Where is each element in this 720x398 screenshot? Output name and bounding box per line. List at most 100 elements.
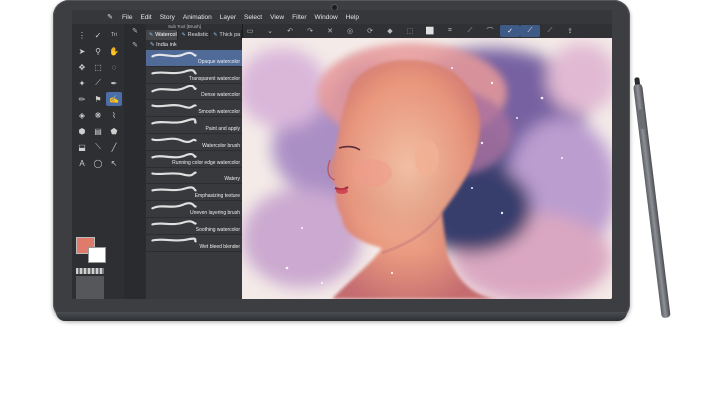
- stylus-pen: [633, 77, 671, 319]
- fill-icon[interactable]: ◆: [380, 25, 400, 37]
- wand-icon[interactable]: ✦: [74, 76, 90, 90]
- clear-icon[interactable]: ✕: [320, 25, 340, 37]
- tab-india-ink[interactable]: ✎ India ink: [146, 40, 242, 50]
- airbrush-icon[interactable]: ⚑: [90, 92, 106, 106]
- brush-stroke-preview: [151, 220, 197, 226]
- menu-view[interactable]: View: [266, 14, 288, 21]
- gradient-icon[interactable]: ▤: [90, 124, 106, 138]
- brush-item-label: Emphasizing texture: [194, 193, 240, 200]
- brush-stroke-preview: [151, 118, 197, 125]
- menu-story[interactable]: Story: [156, 14, 179, 21]
- tablet-edge: [56, 312, 627, 321]
- brush-stroke-preview: [151, 137, 197, 143]
- sub-color-swatch[interactable]: [88, 247, 106, 263]
- line-icon[interactable]: ╱: [106, 140, 122, 154]
- brush-icon[interactable]: ✍: [106, 92, 122, 106]
- brush-item-label: Watery: [224, 176, 240, 183]
- brush-item[interactable]: Opaque watercolor: [146, 50, 242, 67]
- menu-help[interactable]: Help: [342, 14, 363, 21]
- fill-bucket-icon[interactable]: ⬢: [74, 124, 90, 138]
- sub-tool-tab-ink[interactable]: ✎: [124, 38, 146, 52]
- crop-icon[interactable]: ⌗: [440, 25, 460, 37]
- pen-icon[interactable]: ✒: [106, 76, 122, 90]
- canvas-icon[interactable]: ▭: [240, 25, 260, 37]
- brush-item[interactable]: Transparent watercolor: [146, 67, 242, 84]
- app-logo-icon[interactable]: ✎: [102, 13, 118, 21]
- tablet-screen: ✎ File Edit Story Animation Layer Select…: [72, 10, 612, 299]
- zoom-icon[interactable]: ⚲: [90, 44, 106, 58]
- brush-item[interactable]: Paint and apply: [146, 117, 242, 134]
- brush-item[interactable]: Dense watercolor: [146, 84, 242, 101]
- drawing-canvas[interactable]: [242, 38, 612, 299]
- brush-item-label: Dense watercolor: [201, 92, 240, 99]
- brush-item[interactable]: Running color edge watercolor: [146, 151, 242, 168]
- menu-select[interactable]: Select: [240, 14, 266, 21]
- share-icon[interactable]: ⇪: [560, 25, 580, 37]
- tool-tab-icon[interactable]: ✓: [90, 28, 106, 42]
- ruler-icon[interactable]: ⟍: [90, 140, 106, 154]
- brush-item[interactable]: Uneven layering brush: [146, 201, 242, 218]
- brush-item-label: Uneven layering brush: [189, 209, 240, 216]
- tab-watercolor[interactable]: ✎ Watercol: [146, 30, 179, 40]
- brush-item[interactable]: Watercolor brush: [146, 134, 242, 151]
- stylus-button: [638, 108, 646, 130]
- command-bar: ▭ ⌄ ↶ ↷ ✕ ◎ ⟳ ◆ ⬚ ⬜ ⌗ ⟋ ⌒ ✓ ⟋ ⟋ ⇪: [240, 24, 612, 38]
- hand-icon[interactable]: ✋: [106, 44, 122, 58]
- brush-stroke-preview: [151, 237, 197, 243]
- figure-icon[interactable]: ⬟: [106, 124, 122, 138]
- correction-icon[interactable]: ↖: [106, 156, 122, 170]
- balloon-icon[interactable]: ◯: [90, 156, 106, 170]
- brush-item[interactable]: Soothing watercolor: [146, 218, 242, 235]
- brush-item-label: Watercolor brush: [202, 142, 240, 149]
- transparency-swatch[interactable]: [76, 268, 104, 274]
- select-icon[interactable]: ⬚: [400, 25, 420, 37]
- brush-item-label: Paint and apply: [205, 125, 240, 132]
- menu-filter[interactable]: Filter: [288, 14, 310, 21]
- ruler-stroke-icon[interactable]: ⟋: [520, 25, 540, 37]
- brush-item[interactable]: Emphasizing texture: [146, 184, 242, 202]
- watercolor-portrait: [242, 38, 612, 299]
- decorate-icon[interactable]: ❋: [90, 108, 106, 122]
- menu-edit[interactable]: Edit: [136, 14, 155, 21]
- brush-list: Opaque watercolor Transparent watercolor D…: [146, 50, 242, 252]
- lasso-icon[interactable]: ◌: [106, 60, 122, 74]
- blend-icon[interactable]: ⌇: [106, 108, 122, 122]
- menu-layer[interactable]: Layer: [216, 14, 240, 21]
- smooth-stroke-icon[interactable]: ⌒: [480, 25, 500, 37]
- select-rect-icon[interactable]: ⬚: [90, 60, 106, 74]
- text-icon[interactable]: A: [74, 156, 90, 170]
- brush-item-label: Smooth watercolor: [198, 109, 240, 116]
- eraser-stroke-icon[interactable]: ⟋: [540, 25, 560, 37]
- tool-tab-label[interactable]: Tri: [106, 28, 122, 42]
- brush-stroke-preview: [151, 186, 197, 192]
- brush-item[interactable]: Smooth watercolor: [146, 100, 242, 118]
- redo-icon[interactable]: ↷: [300, 25, 320, 37]
- eyedropper-icon[interactable]: ⟋: [90, 76, 106, 90]
- menu-window[interactable]: Window: [311, 14, 342, 21]
- rotate-icon[interactable]: ⟳: [360, 25, 380, 37]
- frame-icon[interactable]: ⬓: [74, 140, 90, 154]
- brush-stroke-preview: [151, 171, 197, 177]
- transform-icon[interactable]: ◎: [340, 25, 360, 37]
- menu-bar: ✎ File Edit Story Animation Layer Select…: [72, 10, 612, 24]
- eraser-icon[interactable]: ◈: [74, 108, 90, 122]
- sub-tool-tab-watercolor[interactable]: ✎: [124, 24, 146, 38]
- move-icon[interactable]: ✥: [74, 60, 90, 74]
- tab-realistic[interactable]: ✎ Realistic: [178, 30, 211, 40]
- chevron-down-icon[interactable]: ⌄: [260, 25, 280, 37]
- brush-item-label: Wet bleed blender: [199, 243, 241, 250]
- menu-animation[interactable]: Animation: [179, 14, 216, 21]
- brush-item[interactable]: Watery: [146, 168, 242, 185]
- pointer-icon[interactable]: ➤: [74, 44, 90, 58]
- deselect-icon[interactable]: ⬜: [420, 25, 440, 37]
- undo-icon[interactable]: ↶: [280, 25, 300, 37]
- grip-icon[interactable]: ⋮: [74, 28, 90, 42]
- tab-thick-paint[interactable]: ✎ Thick pa: [210, 30, 242, 40]
- color-set[interactable]: [76, 276, 104, 299]
- stylus-tip: [634, 77, 641, 85]
- menu-file[interactable]: File: [118, 14, 136, 21]
- brush-item[interactable]: Wet bleed blender: [146, 235, 242, 252]
- pencil-icon[interactable]: ✏: [74, 92, 90, 106]
- pen-stroke-icon[interactable]: ⟋: [460, 25, 480, 37]
- pen-pressure-icon[interactable]: ✓: [500, 25, 520, 37]
